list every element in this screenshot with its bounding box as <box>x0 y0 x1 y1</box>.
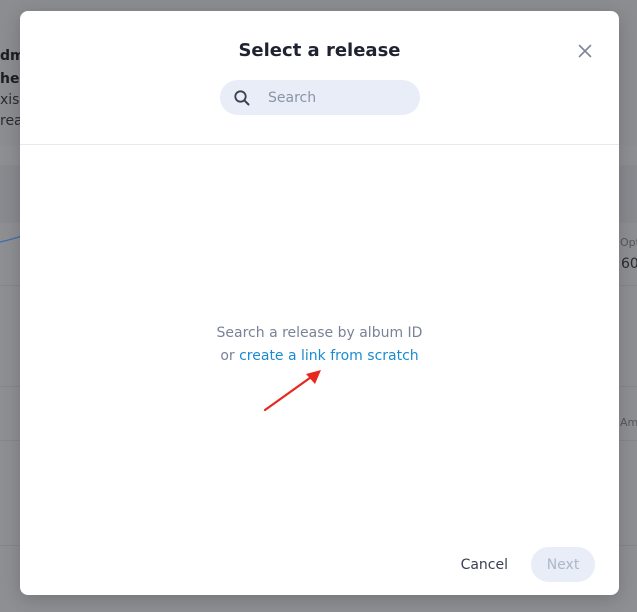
close-icon <box>578 44 592 58</box>
cancel-button[interactable]: Cancel <box>446 547 523 582</box>
search-icon <box>234 90 250 106</box>
background-text: Am <box>620 416 637 429</box>
empty-state: Search a release by album ID or create a… <box>20 322 619 368</box>
modal-title: Select a release <box>238 40 401 61</box>
background-chart-line <box>0 235 22 243</box>
modal-footer: Cancel Next <box>446 547 595 582</box>
background-text: Opt <box>620 236 637 249</box>
empty-state-link-line: or create a link from scratch <box>20 345 619 368</box>
modal-header: Select a release <box>20 11 619 145</box>
close-button[interactable] <box>575 41 595 61</box>
search-box[interactable] <box>220 80 420 115</box>
search-input[interactable] <box>268 80 408 115</box>
empty-state-prefix: or <box>220 348 235 364</box>
background-text: 60 <box>621 256 637 272</box>
next-button[interactable]: Next <box>531 547 595 582</box>
empty-state-message: Search a release by album ID <box>216 325 423 341</box>
select-release-modal: Select a release Search a release by alb… <box>20 11 619 595</box>
annotation-arrow <box>263 370 321 412</box>
create-from-scratch-link[interactable]: create a link from scratch <box>239 348 419 364</box>
